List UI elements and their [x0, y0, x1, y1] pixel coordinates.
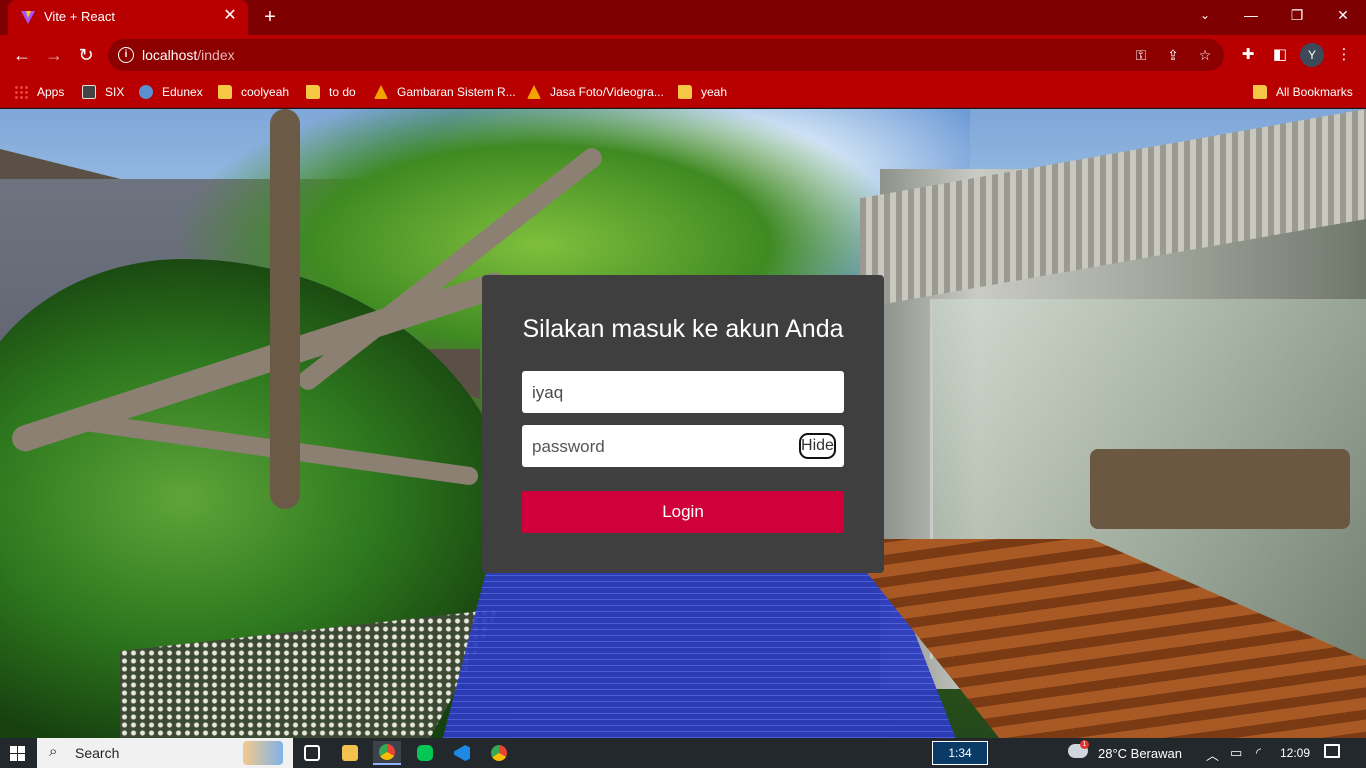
tab-strip: Vite + React ✕ + ⌄ — ❐ ✕ — [0, 0, 1366, 35]
key-icon[interactable]: ⚿ — [1130, 45, 1152, 65]
chevron-up-icon[interactable]: ︿ — [1206, 745, 1219, 764]
drive-icon — [527, 85, 541, 99]
url-text[interactable]: localhost/index — [142, 47, 235, 63]
windows-start-icon[interactable] — [10, 746, 25, 761]
bookmark-coolyeah[interactable]: coolyeah — [218, 82, 289, 102]
back-button[interactable]: ← — [8, 41, 36, 69]
share-icon[interactable]: ⇪ — [1162, 45, 1184, 65]
six-icon — [82, 85, 96, 99]
address-bar[interactable]: i localhost/index ⚿ ⇪ ☆ — [108, 39, 1224, 71]
apps-icon — [14, 85, 28, 99]
tab-search-icon[interactable]: ⌄ — [1182, 0, 1228, 30]
task-view-icon[interactable] — [298, 741, 326, 765]
browser-tab[interactable]: Vite + React ✕ — [8, 0, 248, 35]
clock-time[interactable]: 12:09 — [1280, 746, 1310, 760]
recording-timer[interactable]: 1:34 — [932, 741, 988, 765]
hide-password-button[interactable]: Hide — [799, 433, 836, 459]
bookmark-apps[interactable]: Apps — [14, 82, 64, 102]
vite-logo-icon — [21, 11, 35, 24]
side-panel-icon[interactable]: ◧ — [1268, 43, 1292, 67]
password-input[interactable]: password Hide — [522, 425, 844, 467]
site-info-icon[interactable]: i — [118, 47, 134, 63]
search-highlight-icon — [243, 741, 283, 765]
restore-button[interactable]: ❐ — [1274, 0, 1320, 30]
browser-toolbar: ← → ↻ i localhost/index ⚿ ⇪ ☆ ✚ ◧ Y ⋮ — [0, 35, 1366, 75]
battery-icon[interactable]: ▭ — [1230, 745, 1242, 761]
all-bookmarks[interactable]: All Bookmarks — [1253, 82, 1353, 102]
folder-icon — [306, 85, 320, 99]
bookmark-yeah[interactable]: yeah — [678, 82, 727, 102]
notification-icon[interactable] — [1324, 744, 1340, 758]
forward-button[interactable]: → — [40, 41, 68, 69]
vscode-icon[interactable] — [448, 741, 476, 765]
weather-badge: 1 — [1080, 740, 1089, 749]
password-placeholder: password — [532, 437, 605, 456]
login-card: Silakan masuk ke akun Anda iyaq password… — [482, 275, 884, 573]
folder-icon — [1253, 85, 1267, 99]
taskbar-search[interactable]: ⌕ Search — [37, 738, 293, 768]
tab-close-icon[interactable]: ✕ — [220, 6, 240, 26]
extensions-icon[interactable]: ✚ — [1236, 43, 1260, 67]
new-tab-button[interactable]: + — [258, 6, 282, 30]
login-title: Silakan masuk ke akun Anda — [522, 315, 844, 343]
bookmark-jasa-foto[interactable]: Jasa Foto/Videogra... — [527, 82, 664, 102]
bookmark-to-do[interactable]: to do — [306, 82, 356, 102]
minimize-button[interactable]: — — [1228, 0, 1274, 30]
close-window-button[interactable]: ✕ — [1320, 0, 1366, 30]
bookmark-six[interactable]: SIX — [82, 82, 124, 102]
wifi-icon[interactable]: ◜ — [1256, 745, 1261, 761]
menu-icon[interactable]: ⋮ — [1332, 43, 1356, 67]
bookmarks-bar: Apps SIX Edunex coolyeah to do Gambaran … — [0, 75, 1366, 108]
bookmark-gambaran[interactable]: Gambaran Sistem R... — [374, 82, 516, 102]
windows-taskbar: ⌕ Search 1:34 1 28°C Berawan ︿ ▭ ◜ 12:09 — [0, 738, 1366, 768]
tab-title: Vite + React — [44, 9, 115, 24]
drive-icon — [374, 85, 388, 99]
folder-icon — [218, 85, 232, 99]
chrome-icon[interactable] — [373, 741, 401, 765]
search-icon: ⌕ — [49, 743, 58, 760]
weather-text[interactable]: 28°C Berawan — [1098, 746, 1182, 761]
star-icon[interactable]: ☆ — [1194, 45, 1216, 65]
username-input[interactable]: iyaq — [522, 371, 844, 413]
chrome-profile-icon[interactable] — [485, 741, 513, 765]
bookmark-edunex[interactable]: Edunex — [139, 82, 203, 102]
login-button[interactable]: Login — [522, 491, 844, 533]
folder-icon — [678, 85, 692, 99]
file-explorer-icon[interactable] — [336, 741, 364, 765]
edunex-icon — [139, 85, 153, 99]
profile-avatar[interactable]: Y — [1300, 43, 1324, 67]
line-app-icon[interactable] — [411, 741, 439, 765]
username-value: iyaq — [532, 383, 564, 402]
reload-button[interactable]: ↻ — [72, 41, 100, 69]
